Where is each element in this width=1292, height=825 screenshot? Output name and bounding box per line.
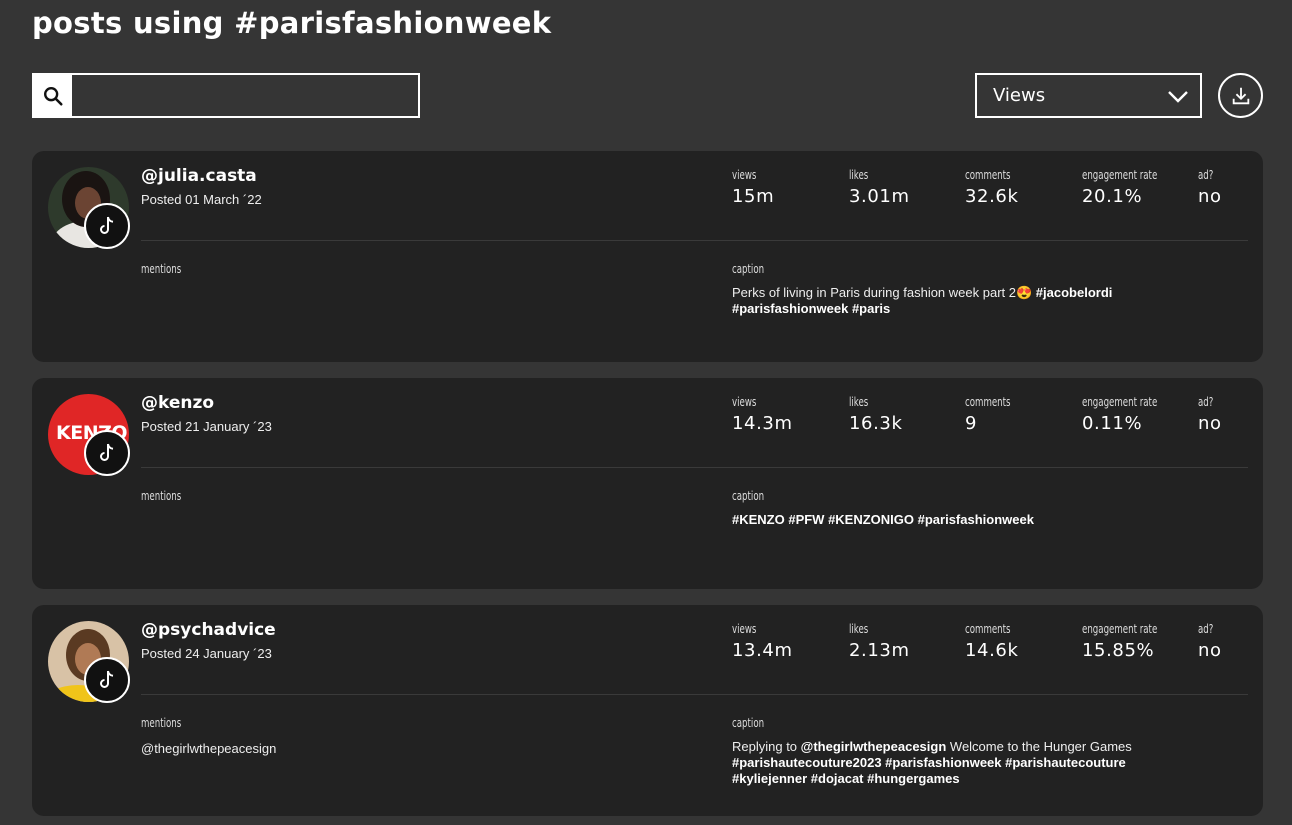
stat-value: 16.3k (849, 413, 903, 434)
post-card[interactable]: @julia.casta Posted 01 March ´22 views 15… (32, 151, 1263, 362)
stat-label: ad? (1198, 395, 1214, 409)
divider (141, 240, 1248, 241)
search-icon[interactable] (34, 75, 72, 116)
stat-value: 3.01m (849, 186, 910, 207)
stat-value: 14.6k (965, 640, 1019, 661)
heart-eyes-emoji: 😍 (1015, 285, 1033, 300)
post-date: Posted 24 January ´23 (141, 646, 272, 661)
stat-likes: likes 3.01m (849, 168, 910, 207)
stat-value: no (1198, 413, 1222, 434)
chevron-down-icon (1168, 90, 1188, 103)
stat-value: no (1198, 186, 1222, 207)
stat-value: 20.1% (1082, 186, 1143, 207)
stat-value: no (1198, 640, 1222, 661)
stat-ad: ad? no (1198, 168, 1222, 207)
post-handle[interactable]: @kenzo (141, 393, 214, 413)
divider (141, 694, 1248, 695)
mentions-label: mentions (141, 489, 182, 503)
sort-dropdown[interactable]: Views (975, 73, 1202, 118)
stat-likes: likes 16.3k (849, 395, 903, 434)
mentions-label: mentions (141, 262, 182, 276)
caption-line: Replying to (732, 739, 798, 754)
search-box[interactable] (32, 73, 420, 118)
stat-ad: ad? no (1198, 395, 1222, 434)
stat-likes: likes 2.13m (849, 622, 910, 661)
stat-value: 14.3m (732, 413, 793, 434)
stat-label: likes (849, 168, 869, 182)
caption-label: caption (732, 716, 765, 730)
stat-label: comments (965, 168, 1011, 182)
stat-comments: comments 32.6k (965, 168, 1028, 207)
tiktok-icon (84, 657, 130, 703)
stat-comments: comments 14.6k (965, 622, 1028, 661)
stat-engagement: engagement rate 20.1% (1082, 168, 1187, 207)
stat-label: ad? (1198, 168, 1214, 182)
stat-label: comments (965, 622, 1011, 636)
hashtag[interactable]: #kyliejenner #dojacat #hungergames (732, 771, 960, 786)
mentions-value[interactable]: @thegirlwthepeacesign (141, 741, 276, 756)
stat-value: 2.13m (849, 640, 910, 661)
hashtag[interactable]: #jacobelordi (1036, 285, 1113, 300)
stat-label: engagement rate (1082, 395, 1158, 409)
stat-views: views 15m (732, 168, 774, 207)
stat-label: ad? (1198, 622, 1214, 636)
hashtag[interactable]: #KENZO #PFW #KENZONIGO #parisfashionweek (732, 512, 1034, 527)
mention-link[interactable]: @thegirlwthepeacesign (801, 739, 947, 754)
stat-label: engagement rate (1082, 168, 1158, 182)
stat-value: 0.11% (1082, 413, 1143, 434)
download-button[interactable] (1218, 73, 1263, 118)
hashtag[interactable]: #parishautecouture2023 #parisfashionweek… (732, 755, 1126, 770)
sort-selected-label: Views (993, 85, 1046, 106)
tiktok-icon (84, 430, 130, 476)
stat-label: likes (849, 395, 869, 409)
caption-line: Perks of living in Paris during fashion … (732, 285, 1016, 300)
post-handle[interactable]: @psychadvice (141, 620, 276, 640)
stat-ad: ad? no (1198, 622, 1222, 661)
download-icon (1232, 87, 1249, 104)
caption-text: Perks of living in Paris during fashion … (732, 285, 1172, 317)
post-date: Posted 21 January ´23 (141, 419, 272, 434)
stat-views: views 14.3m (732, 395, 793, 434)
caption-line: Welcome to the Hunger Games (949, 739, 1132, 754)
stat-value: 15m (732, 186, 775, 207)
stat-label: comments (965, 395, 1011, 409)
stat-engagement: engagement rate 15.85% (1082, 622, 1187, 661)
post-handle[interactable]: @julia.casta (141, 166, 257, 186)
hashtag[interactable]: #parisfashionweek #paris (732, 301, 890, 316)
stat-value: 9 (965, 413, 978, 434)
stat-comments: comments 9 (965, 395, 1028, 434)
mentions-label: mentions (141, 716, 182, 730)
post-card[interactable]: KENZO @kenzo Posted 21 January ´23 views… (32, 378, 1263, 589)
tiktok-icon (84, 203, 130, 249)
page-title: posts using #parisfashionweek (32, 6, 552, 40)
stat-value: 15.85% (1082, 640, 1155, 661)
caption-text: #KENZO #PFW #KENZONIGO #parisfashionweek (732, 512, 1172, 528)
stat-value: 13.4m (732, 640, 793, 661)
post-card[interactable]: @psychadvice Posted 24 January ´23 views… (32, 605, 1263, 816)
stat-label: likes (849, 622, 869, 636)
caption-label: caption (732, 262, 765, 276)
stat-value: 32.6k (965, 186, 1019, 207)
caption-label: caption (732, 489, 765, 503)
stat-label: views (732, 622, 757, 636)
stat-label: views (732, 168, 757, 182)
search-input[interactable] (72, 75, 418, 116)
post-date: Posted 01 March ´22 (141, 192, 262, 207)
stat-label: engagement rate (1082, 622, 1158, 636)
divider (141, 467, 1248, 468)
stat-views: views 13.4m (732, 622, 793, 661)
stat-engagement: engagement rate 0.11% (1082, 395, 1187, 434)
caption-text: Replying to @thegirlwthepeacesign Welcom… (732, 739, 1172, 787)
stat-label: views (732, 395, 757, 409)
